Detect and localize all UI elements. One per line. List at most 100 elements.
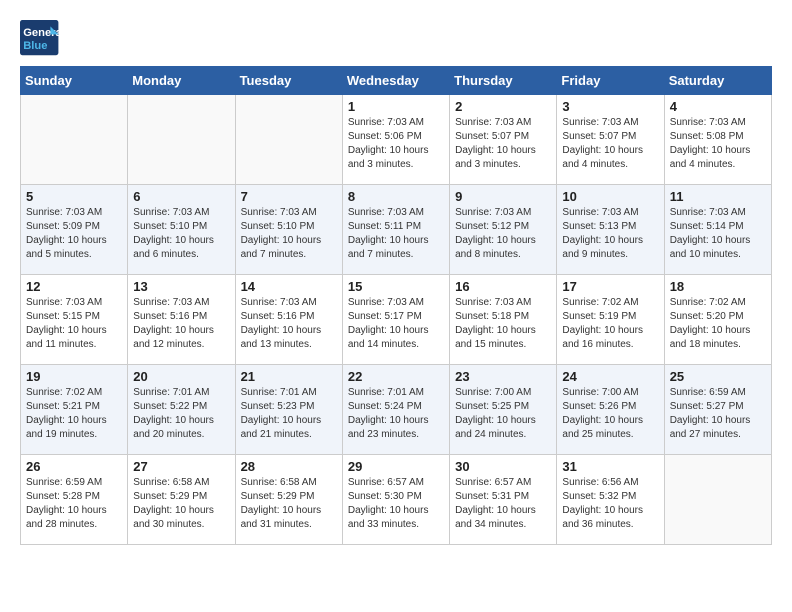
day-info: Sunrise: 7:03 AM Sunset: 5:16 PM Dayligh…	[241, 296, 337, 352]
calendar-cell: 24Sunrise: 7:00 AM Sunset: 5:26 PM Dayli…	[557, 365, 664, 455]
day-info: Sunrise: 7:00 AM Sunset: 5:25 PM Dayligh…	[455, 386, 551, 442]
day-number: 28	[241, 459, 337, 474]
calendar-cell: 5 Sunrise: 7:03 AM Sunset: 5:09 PM Daylig…	[21, 185, 128, 275]
day-info: Sunrise: 7:03 AM Sunset: 5:09 PM Dayligh…	[26, 206, 122, 262]
day-info: Sunrise: 7:03 AM Sunset: 5:17 PM Dayligh…	[348, 296, 444, 352]
day-number: 25	[670, 369, 766, 384]
calendar-cell	[21, 95, 128, 185]
day-info: Sunrise: 6:58 AM Sunset: 5:29 PM Dayligh…	[133, 476, 229, 532]
day-info: Sunrise: 7:00 AM Sunset: 5:26 PM Dayligh…	[562, 386, 658, 442]
day-number: 10	[562, 189, 658, 204]
day-info: Sunrise: 7:03 AM Sunset: 5:10 PM Dayligh…	[241, 206, 337, 262]
calendar-cell: 17 Sunrise: 7:02 AM Sunset: 5:19 PM Dayli…	[557, 275, 664, 365]
calendar-cell: 9Sunrise: 7:03 AM Sunset: 5:12 PM Daylig…	[450, 185, 557, 275]
weekday-header-sunday: Sunday	[21, 67, 128, 95]
day-number: 5	[26, 189, 122, 204]
calendar-cell: 15 Sunrise: 7:03 AM Sunset: 5:17 PM Dayli…	[342, 275, 449, 365]
day-number: 9	[455, 189, 551, 204]
day-info: Sunrise: 7:01 AM Sunset: 5:22 PM Dayligh…	[133, 386, 229, 442]
day-number: 16	[455, 279, 551, 294]
day-number: 17	[562, 279, 658, 294]
day-info: Sunrise: 7:03 AM Sunset: 5:10 PM Dayligh…	[133, 206, 229, 262]
calendar-cell	[128, 95, 235, 185]
weekday-header-friday: Friday	[557, 67, 664, 95]
calendar-table: SundayMondayTuesdayWednesdayThursdayFrid…	[20, 66, 772, 545]
calendar-cell: 3 Sunrise: 7:03 AM Sunset: 5:07 PM Daylig…	[557, 95, 664, 185]
day-number: 1	[348, 99, 444, 114]
day-info: Sunrise: 7:03 AM Sunset: 5:07 PM Dayligh…	[562, 116, 658, 172]
calendar-week-row: 19 Sunrise: 7:02 AM Sunset: 5:21 PM Dayli…	[21, 365, 772, 455]
calendar-cell: 6 Sunrise: 7:03 AM Sunset: 5:10 PM Daylig…	[128, 185, 235, 275]
weekday-header-saturday: Saturday	[664, 67, 771, 95]
day-number: 15	[348, 279, 444, 294]
day-info: Sunrise: 6:58 AM Sunset: 5:29 PM Dayligh…	[241, 476, 337, 532]
calendar-cell: 29 Sunrise: 6:57 AM Sunset: 5:30 PM Dayli…	[342, 455, 449, 545]
calendar-cell: 13 Sunrise: 7:03 AM Sunset: 5:16 PM Dayli…	[128, 275, 235, 365]
day-number: 7	[241, 189, 337, 204]
calendar-cell: 7 Sunrise: 7:03 AM Sunset: 5:10 PM Daylig…	[235, 185, 342, 275]
logo-icon: General Blue	[20, 20, 60, 56]
calendar-week-row: 1Sunrise: 7:03 AM Sunset: 5:06 PM Daylig…	[21, 95, 772, 185]
calendar-cell	[235, 95, 342, 185]
calendar-cell: 2 Sunrise: 7:03 AM Sunset: 5:07 PM Daylig…	[450, 95, 557, 185]
calendar-cell	[664, 455, 771, 545]
day-info: Sunrise: 6:59 AM Sunset: 5:28 PM Dayligh…	[26, 476, 122, 532]
calendar-cell: 23Sunrise: 7:00 AM Sunset: 5:25 PM Dayli…	[450, 365, 557, 455]
weekday-header-tuesday: Tuesday	[235, 67, 342, 95]
day-number: 8	[348, 189, 444, 204]
logo: General Blue	[20, 20, 62, 56]
day-info: Sunrise: 7:01 AM Sunset: 5:23 PM Dayligh…	[241, 386, 337, 442]
day-number: 30	[455, 459, 551, 474]
calendar-cell: 27 Sunrise: 6:58 AM Sunset: 5:29 PM Dayli…	[128, 455, 235, 545]
day-info: Sunrise: 7:03 AM Sunset: 5:13 PM Dayligh…	[562, 206, 658, 262]
calendar-cell: 4 Sunrise: 7:03 AM Sunset: 5:08 PM Daylig…	[664, 95, 771, 185]
weekday-header-row: SundayMondayTuesdayWednesdayThursdayFrid…	[21, 67, 772, 95]
calendar-cell: 28 Sunrise: 6:58 AM Sunset: 5:29 PM Dayli…	[235, 455, 342, 545]
calendar-cell: 10 Sunrise: 7:03 AM Sunset: 5:13 PM Dayli…	[557, 185, 664, 275]
calendar-cell: 31Sunrise: 6:56 AM Sunset: 5:32 PM Dayli…	[557, 455, 664, 545]
calendar-cell: 25 Sunrise: 6:59 AM Sunset: 5:27 PM Dayli…	[664, 365, 771, 455]
day-info: Sunrise: 6:57 AM Sunset: 5:31 PM Dayligh…	[455, 476, 551, 532]
day-info: Sunrise: 7:03 AM Sunset: 5:08 PM Dayligh…	[670, 116, 766, 172]
day-info: Sunrise: 7:02 AM Sunset: 5:20 PM Dayligh…	[670, 296, 766, 352]
day-info: Sunrise: 6:59 AM Sunset: 5:27 PM Dayligh…	[670, 386, 766, 442]
day-number: 20	[133, 369, 229, 384]
day-number: 3	[562, 99, 658, 114]
calendar-cell: 8 Sunrise: 7:03 AM Sunset: 5:11 PM Daylig…	[342, 185, 449, 275]
weekday-header-thursday: Thursday	[450, 67, 557, 95]
calendar-cell: 19 Sunrise: 7:02 AM Sunset: 5:21 PM Dayli…	[21, 365, 128, 455]
calendar-cell: 12 Sunrise: 7:03 AM Sunset: 5:15 PM Dayli…	[21, 275, 128, 365]
page-header: General Blue	[20, 20, 772, 56]
day-info: Sunrise: 6:56 AM Sunset: 5:32 PM Dayligh…	[562, 476, 658, 532]
day-number: 19	[26, 369, 122, 384]
calendar-week-row: 5 Sunrise: 7:03 AM Sunset: 5:09 PM Daylig…	[21, 185, 772, 275]
calendar-cell: 21 Sunrise: 7:01 AM Sunset: 5:23 PM Dayli…	[235, 365, 342, 455]
day-number: 13	[133, 279, 229, 294]
day-number: 18	[670, 279, 766, 294]
day-info: Sunrise: 7:03 AM Sunset: 5:11 PM Dayligh…	[348, 206, 444, 262]
calendar-cell: 30 Sunrise: 6:57 AM Sunset: 5:31 PM Dayli…	[450, 455, 557, 545]
day-number: 2	[455, 99, 551, 114]
day-info: Sunrise: 7:03 AM Sunset: 5:15 PM Dayligh…	[26, 296, 122, 352]
day-number: 21	[241, 369, 337, 384]
day-info: Sunrise: 6:57 AM Sunset: 5:30 PM Dayligh…	[348, 476, 444, 532]
day-info: Sunrise: 7:03 AM Sunset: 5:16 PM Dayligh…	[133, 296, 229, 352]
calendar-cell: 18 Sunrise: 7:02 AM Sunset: 5:20 PM Dayli…	[664, 275, 771, 365]
calendar-week-row: 26Sunrise: 6:59 AM Sunset: 5:28 PM Dayli…	[21, 455, 772, 545]
day-number: 12	[26, 279, 122, 294]
calendar-cell: 14Sunrise: 7:03 AM Sunset: 5:16 PM Dayli…	[235, 275, 342, 365]
day-number: 27	[133, 459, 229, 474]
day-info: Sunrise: 7:02 AM Sunset: 5:19 PM Dayligh…	[562, 296, 658, 352]
day-number: 6	[133, 189, 229, 204]
calendar-week-row: 12 Sunrise: 7:03 AM Sunset: 5:15 PM Dayli…	[21, 275, 772, 365]
day-number: 29	[348, 459, 444, 474]
svg-text:Blue: Blue	[23, 40, 47, 52]
calendar-cell: 22Sunrise: 7:01 AM Sunset: 5:24 PM Dayli…	[342, 365, 449, 455]
day-info: Sunrise: 7:03 AM Sunset: 5:14 PM Dayligh…	[670, 206, 766, 262]
day-info: Sunrise: 7:02 AM Sunset: 5:21 PM Dayligh…	[26, 386, 122, 442]
day-info: Sunrise: 7:03 AM Sunset: 5:07 PM Dayligh…	[455, 116, 551, 172]
day-number: 11	[670, 189, 766, 204]
day-number: 22	[348, 369, 444, 384]
calendar-cell: 20 Sunrise: 7:01 AM Sunset: 5:22 PM Dayli…	[128, 365, 235, 455]
day-number: 4	[670, 99, 766, 114]
